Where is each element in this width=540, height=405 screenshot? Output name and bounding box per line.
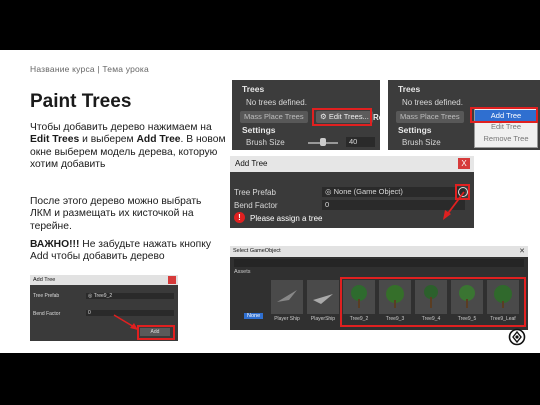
mass-place-button[interactable]: Mass Place Trees bbox=[396, 111, 464, 123]
asset-label: Player Ship bbox=[274, 316, 300, 322]
small-add-tree-dialog: Add Tree Tree Prefab ◎ Tree9_2 Bend Fact… bbox=[30, 275, 178, 341]
usage-paragraph: После этого дерево можно выбрать ЛКМ и р… bbox=[30, 196, 202, 232]
warning-icon: ! bbox=[234, 212, 245, 223]
settings-title: Settings bbox=[398, 125, 432, 135]
trees-title: Trees bbox=[398, 84, 421, 94]
mass-place-button[interactable]: Mass Place Trees bbox=[240, 111, 308, 123]
trees-title: Trees bbox=[242, 84, 265, 94]
no-trees-text: No trees defined. bbox=[246, 98, 307, 107]
asset-label: PlayerShip bbox=[310, 316, 336, 322]
menu-item-remove-tree[interactable]: Remove Tree bbox=[475, 133, 537, 145]
warning-message: Please assign a tree bbox=[250, 214, 323, 223]
red-arrow bbox=[113, 314, 138, 330]
dialog-title: Add Tree bbox=[33, 277, 56, 283]
add-tree-term: Add Tree bbox=[136, 134, 181, 146]
text-span: и выберем bbox=[79, 134, 137, 146]
dialog-titlebar: Select GameObject bbox=[230, 246, 528, 257]
brand-logo-icon bbox=[508, 328, 526, 346]
slider-handle[interactable] bbox=[320, 138, 326, 146]
gameobject-icon: ◎ bbox=[88, 293, 93, 299]
tab-assets[interactable]: Assets bbox=[234, 269, 251, 275]
ship-icon bbox=[313, 294, 333, 304]
asset-thumb-playership[interactable] bbox=[307, 280, 339, 314]
warning-paragraph: ВАЖНО!!! Не забудьте нажать кнопку Add ч… bbox=[30, 239, 230, 264]
trees-panel-menu: Trees No trees defined. Mass Place Trees… bbox=[388, 80, 540, 150]
brush-size-field[interactable]: 40 bbox=[346, 137, 375, 147]
brush-size-label: Brush Size bbox=[402, 138, 441, 147]
trees-panel: Trees No trees defined. Mass Place Trees… bbox=[232, 80, 380, 150]
tree-prefab-label: Tree Prefab bbox=[33, 293, 60, 299]
breadcrumb: Название курса | Тема урока bbox=[30, 64, 149, 74]
tree-prefab-label: Tree Prefab bbox=[234, 188, 276, 197]
bend-factor-label: Bend Factor bbox=[33, 311, 61, 317]
select-gameobject-dialog: Select GameObject ✕ Assets None Player S… bbox=[230, 246, 528, 330]
tree-prefab-field[interactable]: ◎ Tree9_2 bbox=[86, 293, 174, 299]
edit-trees-term: Edit Trees bbox=[30, 134, 80, 146]
search-bar[interactable] bbox=[234, 259, 524, 267]
prefab-value: Tree9_2 bbox=[93, 293, 113, 299]
dialog-title: Add Tree bbox=[230, 156, 474, 172]
no-trees-text: No trees defined. bbox=[402, 98, 463, 107]
instruction-paragraph: Чтобы добавить дерево нажимаем на Edit T… bbox=[30, 122, 230, 172]
partial-button-text: Re bbox=[373, 113, 380, 122]
red-arrow bbox=[443, 191, 465, 220]
ship-icon bbox=[277, 290, 297, 302]
dialog-title: Select GameObject bbox=[233, 248, 281, 254]
highlight-box bbox=[340, 277, 526, 327]
important-label: ВАЖНО!!! bbox=[30, 239, 80, 250]
brush-size-label: Brush Size bbox=[246, 138, 285, 147]
asset-thumb-player-ship[interactable] bbox=[271, 280, 303, 314]
highlight-box bbox=[470, 107, 538, 123]
bend-factor-label: Bend Factor bbox=[234, 201, 278, 210]
close-button[interactable]: X bbox=[458, 158, 470, 169]
gameobject-icon: ◎ bbox=[325, 187, 332, 196]
slide: Название курса | Тема урока Paint Trees … bbox=[0, 50, 540, 353]
page-title: Paint Trees bbox=[30, 91, 132, 112]
dialog-titlebar: Add Tree bbox=[30, 275, 178, 285]
close-button[interactable] bbox=[168, 276, 176, 284]
close-icon[interactable]: ✕ bbox=[519, 247, 525, 255]
add-tree-dialog: Add Tree X Tree Prefab ◎ None (Game Obje… bbox=[230, 156, 474, 228]
none-item[interactable]: None bbox=[244, 313, 264, 319]
prefab-value: None (Game Object) bbox=[333, 187, 403, 196]
highlight-box bbox=[312, 108, 372, 126]
text-span: Чтобы добавить дерево нажимаем на bbox=[30, 122, 212, 133]
settings-title: Settings bbox=[242, 125, 276, 135]
highlight-box bbox=[137, 325, 175, 340]
